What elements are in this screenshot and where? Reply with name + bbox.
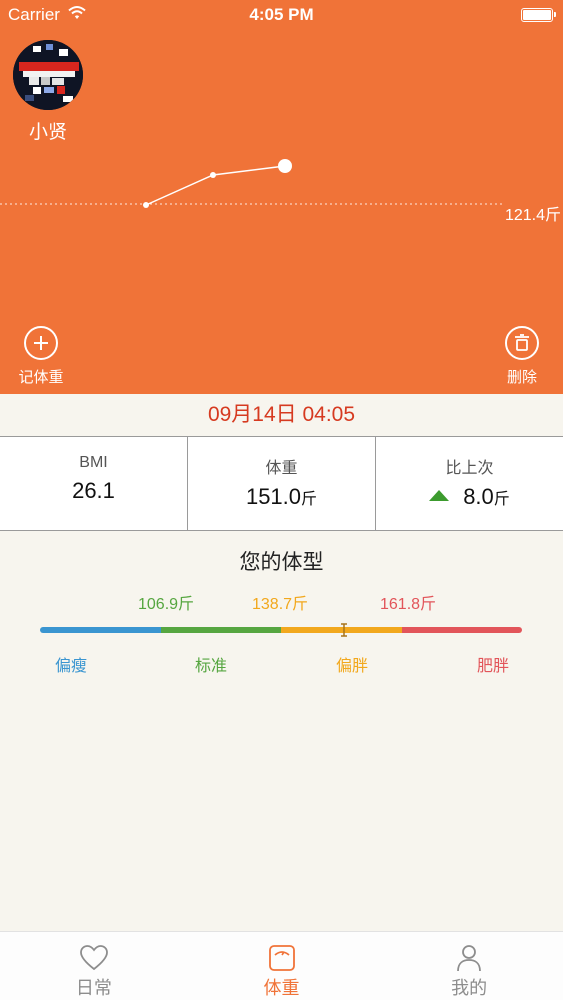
change-label: 比上次 [445, 460, 494, 477]
change-value: 8.0 [463, 484, 494, 509]
record-datetime: 09月14日 04:05 [0, 394, 563, 436]
tab-weight[interactable]: 体重 [188, 932, 376, 1000]
category-obese: 肥胖 [477, 658, 510, 675]
category-underweight: 偏瘦 [55, 658, 88, 675]
tab-mine-label: 我的 [451, 978, 488, 998]
scale-segment-normal [160, 627, 281, 633]
weight-trend-chart [0, 159, 505, 208]
tab-daily-label: 日常 [75, 978, 112, 998]
status-time: 4:05 PM [249, 5, 314, 24]
change-stat: 比上次 8.0斤 [376, 437, 563, 530]
category-normal: 标准 [195, 658, 228, 675]
trend-point [143, 202, 149, 208]
up-arrow-icon [429, 489, 450, 501]
plus-icon [24, 326, 58, 360]
weight-value: 151.0 [245, 484, 302, 509]
threshold-normal-label: 106.9斤 [138, 596, 195, 613]
weight-label: 体重 [265, 460, 298, 477]
status-bar: Carrier 4:05 PM [0, 0, 563, 30]
reference-weight-label: 121.4斤 [504, 207, 561, 224]
stats-panel: BMI 26.1 体重 151.0斤 比上次 8.0斤 [0, 436, 563, 531]
change-unit: 斤 [493, 491, 510, 508]
trend-point-current [278, 159, 292, 173]
body-type-title: 您的体型 [239, 551, 324, 574]
scale-segment-obese [401, 627, 522, 633]
weight-value-row: 151.0斤 [188, 484, 375, 510]
weight-unit: 斤 [301, 491, 318, 508]
change-value-row: 8.0斤 [376, 484, 563, 510]
weight-trend-header: Carrier 4:05 PM 小贤 121.4斤 记体重 删除 [0, 0, 563, 394]
tab-bar: 日常 体重 我的 [0, 931, 563, 1000]
person-icon [457, 945, 482, 972]
threshold-obese-label: 161.8斤 [380, 596, 437, 613]
scale-icon [268, 945, 295, 971]
weight-stat: 体重 151.0斤 [188, 437, 376, 530]
delete-record-button[interactable]: 删除 [487, 326, 557, 387]
bmi-value: 26.1 [72, 478, 115, 503]
delete-label: 删除 [506, 369, 537, 386]
body-type-scale [40, 627, 522, 633]
avatar[interactable] [13, 40, 83, 110]
avatar-image [13, 40, 83, 110]
category-overweight: 偏胖 [336, 658, 369, 675]
trend-point [210, 172, 216, 178]
heart-icon [79, 945, 108, 971]
body-type-section: 您的体型 106.9斤 138.7斤 161.8斤 偏瘦 标准 偏胖 肥胖 [0, 531, 563, 931]
tab-weight-label: 体重 [263, 978, 300, 998]
username: 小贤 [28, 122, 67, 143]
current-position-marker-icon [341, 623, 347, 637]
threshold-overweight-label: 138.7斤 [252, 596, 309, 613]
add-weight-button[interactable]: 记体重 [6, 326, 76, 387]
bmi-label: BMI [79, 454, 108, 471]
tab-daily[interactable]: 日常 [0, 932, 188, 1000]
tab-mine[interactable]: 我的 [375, 932, 563, 1000]
scale-segment-underweight [40, 627, 161, 633]
trash-icon [505, 326, 539, 360]
bmi-stat: BMI 26.1 [0, 437, 188, 530]
add-weight-label: 记体重 [18, 369, 64, 386]
trend-line [145, 165, 286, 206]
battery-icon [521, 8, 556, 22]
